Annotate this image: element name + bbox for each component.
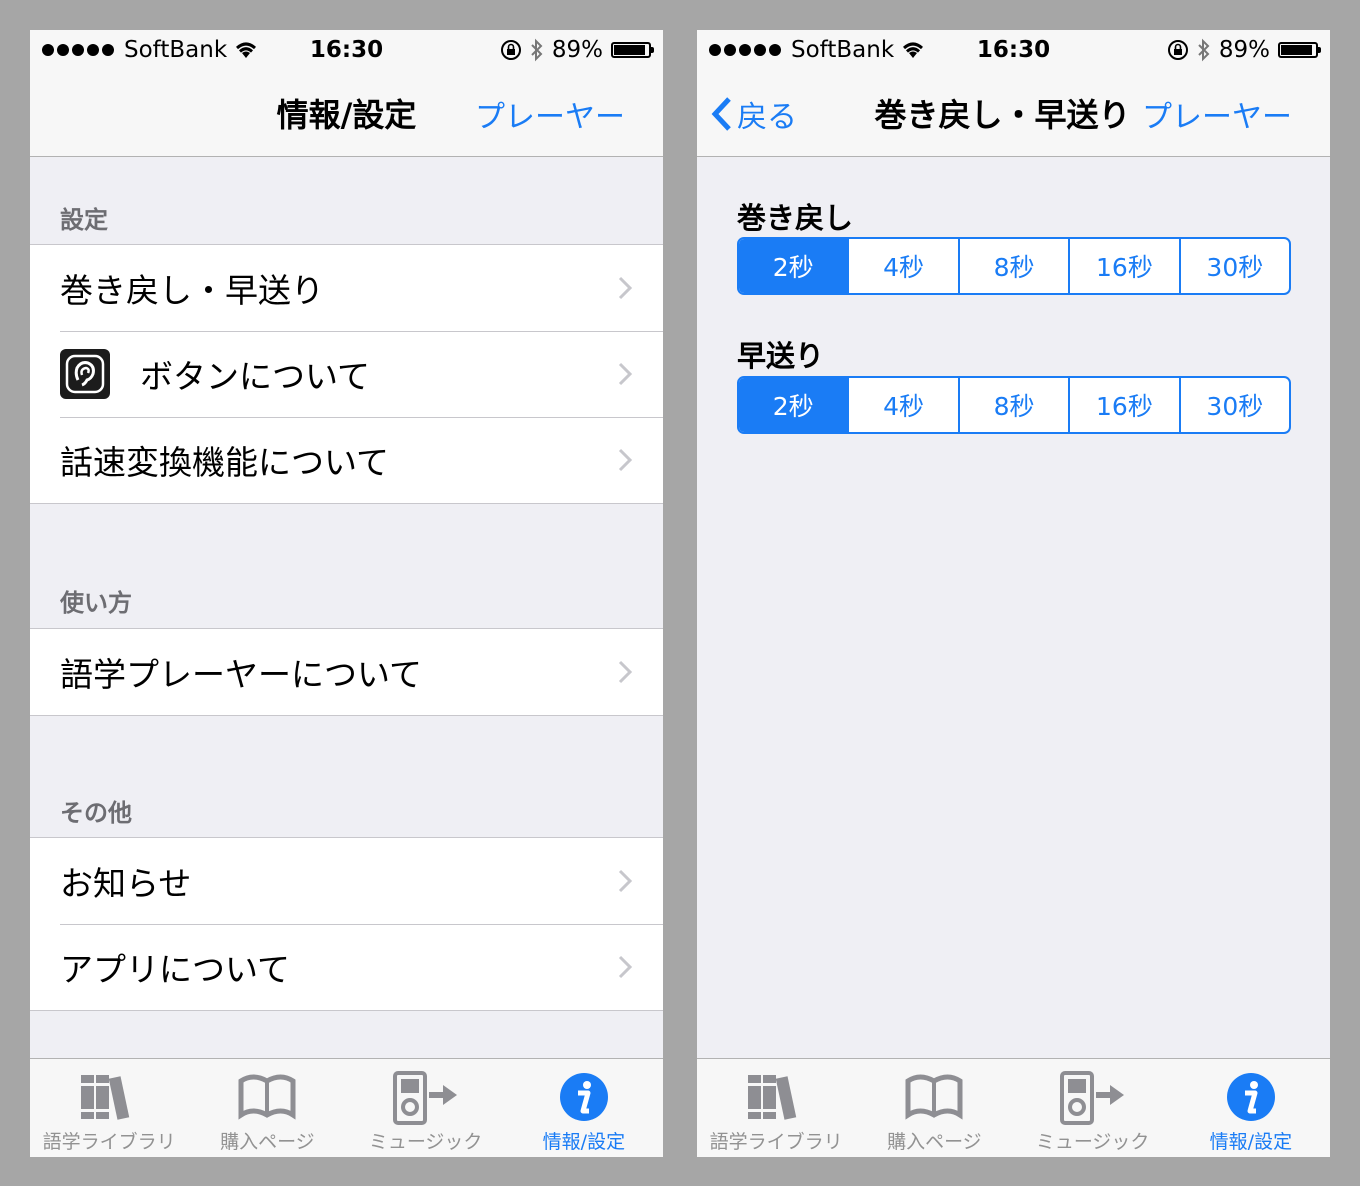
tab-info-settings[interactable]: 情報/設定 (505, 1059, 663, 1157)
cell-speech-speed[interactable]: 話速変換機能について (30, 417, 663, 503)
tab-music[interactable]: ミュージック (1014, 1059, 1172, 1157)
cell-label: ボタンについて (140, 357, 371, 396)
section-header-other: その他 (60, 799, 132, 827)
section-header-settings: 設定 (60, 206, 108, 234)
tab-label: 購入ページ (220, 1131, 315, 1153)
cell-label: 巻き戻し・早送り (60, 271, 324, 310)
battery-icon (1278, 42, 1321, 58)
battery-percent: 89% (1218, 37, 1270, 63)
tab-purchase[interactable]: 購入ページ (855, 1059, 1013, 1157)
status-right: 89% (1167, 37, 1321, 63)
book-icon (238, 1074, 296, 1120)
section-header-usage: 使い方 (60, 589, 132, 617)
tab-label: ミュージック (1035, 1131, 1150, 1153)
chevron-right-icon (618, 955, 633, 979)
forward-option-4s[interactable]: 4秒 (847, 378, 957, 432)
rewind-forward-screen: SoftBank 16:30 89% 戻る 巻き戻し・早送り プレーヤー 巻き戻… (697, 30, 1330, 1157)
book-icon (905, 1074, 963, 1120)
chevron-right-icon (618, 276, 633, 300)
rewind-option-2s[interactable]: 2秒 (739, 239, 848, 293)
library-icon (748, 1075, 797, 1120)
bluetooth-icon (1198, 38, 1210, 62)
library-icon (81, 1075, 130, 1120)
forward-option-16s[interactable]: 16秒 (1068, 378, 1178, 432)
status-bar: SoftBank 16:30 89% (30, 30, 663, 70)
tab-label: 購入ページ (887, 1131, 982, 1153)
tab-info-settings[interactable]: 情報/設定 (1172, 1059, 1330, 1157)
player-button[interactable]: プレーヤー (475, 92, 625, 136)
cell-about-player[interactable]: 語学プレーヤーについて (30, 629, 663, 715)
bluetooth-icon (531, 38, 543, 62)
chevron-right-icon (618, 448, 633, 472)
chevron-right-icon (618, 869, 633, 893)
music-export-icon (1059, 1071, 1124, 1125)
cell-rewind-forward[interactable]: 巻き戻し・早送り (30, 245, 663, 331)
tab-label: 情報/設定 (542, 1131, 626, 1153)
other-group: お知らせ アプリについて (30, 837, 663, 1011)
player-button[interactable]: プレーヤー (1142, 92, 1292, 136)
battery-percent: 89% (551, 37, 603, 63)
rewind-segmented-control[interactable]: 2秒 4秒 8秒 16秒 30秒 (737, 237, 1291, 295)
usage-group: 語学プレーヤーについて (30, 628, 663, 716)
navigation-bar: 情報/設定 プレーヤー (30, 70, 663, 157)
chevron-right-icon (618, 660, 633, 684)
cell-news[interactable]: お知らせ (30, 838, 663, 924)
tab-bar: 語学ライブラリ 購入ページ ミュージック 情報/設定 (30, 1058, 663, 1157)
tab-label: 語学ライブラリ (42, 1131, 176, 1153)
status-bar: SoftBank 16:30 89% (697, 30, 1330, 70)
rewind-option-8s[interactable]: 8秒 (957, 239, 1068, 293)
forward-option-2s[interactable]: 2秒 (739, 378, 848, 432)
rewind-option-16s[interactable]: 16秒 (1068, 239, 1178, 293)
chevron-right-icon (618, 362, 633, 386)
settings-screen: SoftBank 16:30 89% 情報/設定 プレーヤー 設定 巻き戻し・早… (30, 30, 663, 1157)
navigation-bar: 戻る 巻き戻し・早送り プレーヤー (697, 70, 1330, 157)
cell-button-info[interactable]: ボタンについて (30, 331, 663, 417)
music-export-icon (392, 1071, 457, 1125)
cell-label: お知らせ (60, 864, 192, 903)
tab-label: 語学ライブラリ (709, 1131, 843, 1153)
rewind-label: 巻き戻し (737, 201, 854, 235)
tab-purchase[interactable]: 購入ページ (188, 1059, 346, 1157)
tab-music[interactable]: ミュージック (347, 1059, 505, 1157)
rewind-option-4s[interactable]: 4秒 (847, 239, 957, 293)
forward-option-8s[interactable]: 8秒 (957, 378, 1068, 432)
ear-icon (60, 349, 110, 399)
cell-label: 話速変換機能について (60, 443, 390, 482)
info-icon (1226, 1073, 1275, 1121)
rotation-lock-icon (500, 40, 521, 60)
rewind-option-30s[interactable]: 30秒 (1178, 239, 1289, 293)
tab-label: ミュージック (368, 1131, 483, 1153)
cell-label: アプリについて (60, 950, 291, 989)
forward-option-30s[interactable]: 30秒 (1178, 378, 1289, 432)
status-right: 89% (500, 37, 654, 63)
battery-icon (611, 42, 654, 58)
rotation-lock-icon (1167, 40, 1188, 60)
tab-bar: 語学ライブラリ 購入ページ ミュージック 情報/設定 (697, 1058, 1330, 1157)
forward-label: 早送り (737, 339, 825, 373)
tab-library[interactable]: 語学ライブラリ (30, 1059, 188, 1157)
info-icon (559, 1073, 608, 1121)
forward-segmented-control[interactable]: 2秒 4秒 8秒 16秒 30秒 (737, 376, 1291, 434)
tab-library[interactable]: 語学ライブラリ (697, 1059, 855, 1157)
cell-label: 語学プレーヤーについて (60, 655, 423, 694)
cell-about-app[interactable]: アプリについて (30, 924, 663, 1010)
settings-group: 巻き戻し・早送り ボタンについて 話速変換機能について (30, 244, 663, 504)
tab-label: 情報/設定 (1209, 1131, 1293, 1153)
